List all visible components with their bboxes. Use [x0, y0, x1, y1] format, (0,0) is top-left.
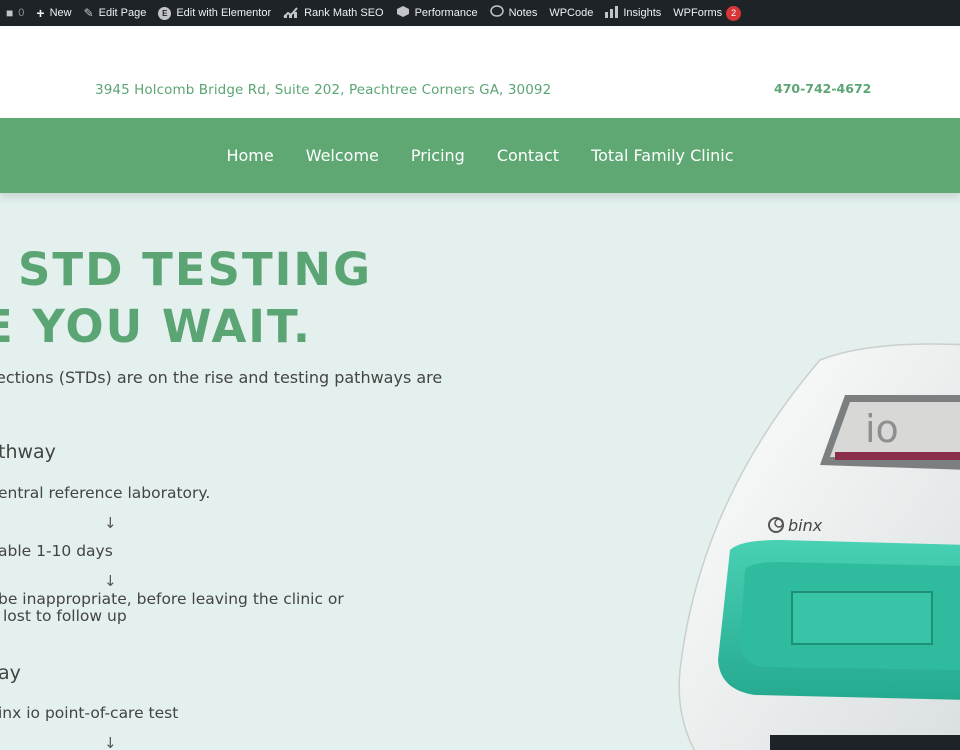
- comments-menu[interactable]: ■ 0: [0, 0, 30, 26]
- pathway1-step4: lost to follow up: [3, 607, 127, 625]
- comment-icon: ■: [6, 6, 14, 20]
- site-header: 3945 Holcomb Bridge Rd, Suite 202, Peach…: [0, 26, 960, 118]
- nav-contact[interactable]: Contact: [497, 146, 559, 165]
- new-label: New: [49, 7, 72, 19]
- pathway2-step1: inx io point-of-care test: [0, 704, 179, 722]
- nav-total-family-clinic[interactable]: Total Family Clinic: [591, 146, 733, 165]
- notes-menu[interactable]: Notes: [484, 0, 544, 26]
- edit-page-menu[interactable]: ✎ Edit Page: [78, 0, 153, 26]
- pencil-icon: ✎: [83, 6, 94, 20]
- main-navigation: Home Welcome Pricing Contact Total Famil…: [0, 118, 960, 193]
- rank-math-label: Rank Math SEO: [304, 7, 384, 19]
- device-brand-text: binx: [788, 516, 823, 535]
- down-arrow-icon: ↓: [104, 514, 117, 532]
- edit-with-elementor-menu[interactable]: E Edit with Elementor: [152, 0, 277, 26]
- wpcode-menu[interactable]: WPCode: [543, 0, 599, 26]
- rank-math-icon: [283, 6, 299, 21]
- edit-with-elementor-label: Edit with Elementor: [176, 7, 272, 19]
- hero-title-line2: E YOU WAIT.: [0, 300, 312, 353]
- hero-title-line1: STD TESTING: [18, 243, 373, 296]
- clinic-phone[interactable]: 470-742-4672: [774, 81, 871, 96]
- edit-page-label: Edit Page: [98, 7, 147, 19]
- binx-io-device-image: io binx: [670, 340, 960, 750]
- rank-math-menu[interactable]: Rank Math SEO: [277, 0, 389, 26]
- comments-count: 0: [18, 7, 25, 19]
- wpforms-notification-badge: 2: [726, 5, 742, 21]
- clinic-address: 3945 Holcomb Bridge Rd, Suite 202, Peach…: [95, 82, 552, 98]
- pathway1-step2: able 1-10 days: [0, 542, 113, 560]
- down-arrow-icon: ↓: [104, 572, 117, 590]
- insights-icon: [605, 5, 619, 21]
- nav-home[interactable]: Home: [226, 146, 273, 165]
- device-screen-text: io: [865, 407, 899, 451]
- nav-pricing[interactable]: Pricing: [411, 146, 465, 165]
- notes-label: Notes: [508, 7, 538, 19]
- plus-icon: +: [36, 5, 45, 21]
- new-menu[interactable]: + New: [30, 0, 77, 26]
- wpforms-label: WPForms: [673, 7, 723, 19]
- insights-label: Insights: [623, 7, 662, 19]
- wp-admin-bar: ■ 0 + New ✎ Edit Page E Edit with Elemen…: [0, 0, 960, 26]
- performance-icon: [396, 5, 410, 21]
- notes-icon: [489, 5, 504, 21]
- pathway1-heading: thway: [0, 441, 56, 463]
- insights-menu[interactable]: Insights: [599, 0, 667, 26]
- pathway2-heading: ay: [0, 662, 21, 684]
- hero-intro-text: ections (STDs) are on the rise and testi…: [0, 368, 443, 387]
- wpforms-menu[interactable]: WPForms 2: [667, 0, 747, 26]
- performance-menu[interactable]: Performance: [390, 0, 484, 26]
- performance-label: Performance: [414, 7, 478, 19]
- nav-welcome[interactable]: Welcome: [306, 146, 379, 165]
- pathway1-step3: be inappropriate, before leaving the cli…: [0, 590, 344, 608]
- pathway1-step1: entral reference laboratory.: [0, 484, 211, 502]
- elementor-icon: E: [158, 6, 172, 20]
- wpcode-label: WPCode: [549, 7, 594, 19]
- down-arrow-icon: ↓: [104, 734, 117, 750]
